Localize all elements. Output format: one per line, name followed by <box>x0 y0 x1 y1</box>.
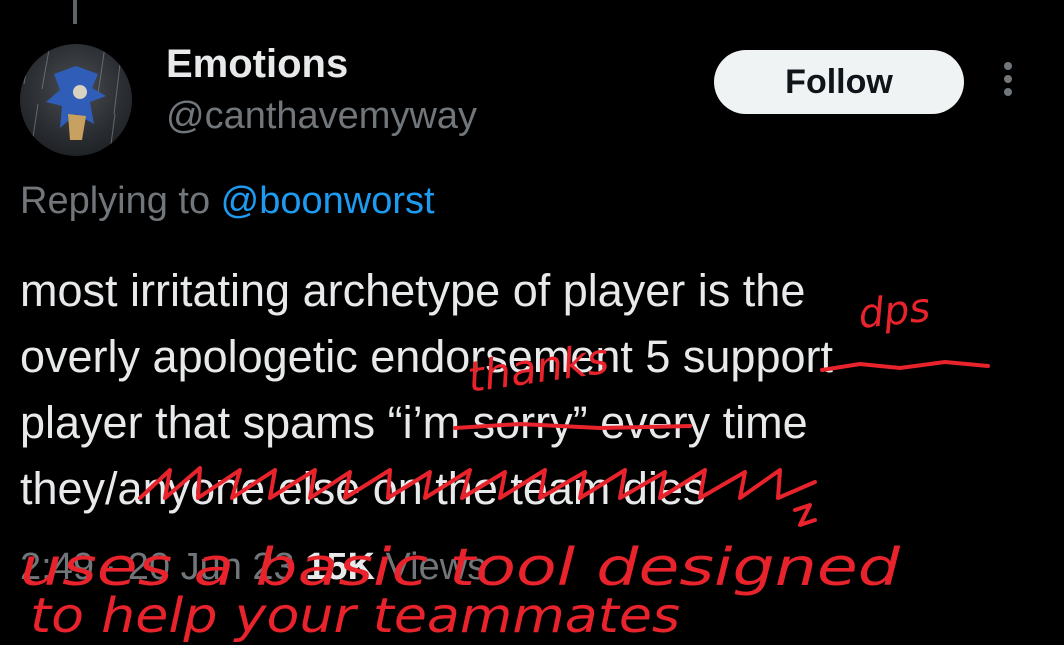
annotation-thanks: thanks <box>465 334 612 402</box>
strikethrough-sorry <box>453 422 692 430</box>
scribble-tail <box>793 503 817 527</box>
strikethrough-support <box>820 360 990 372</box>
annotation-line-2: to help your teammates <box>30 588 680 644</box>
handwritten-annotations: dps thanks uses a basic tool designed to… <box>20 285 990 644</box>
scribble-strike <box>138 466 817 500</box>
annotation-dps: dps <box>856 285 932 338</box>
